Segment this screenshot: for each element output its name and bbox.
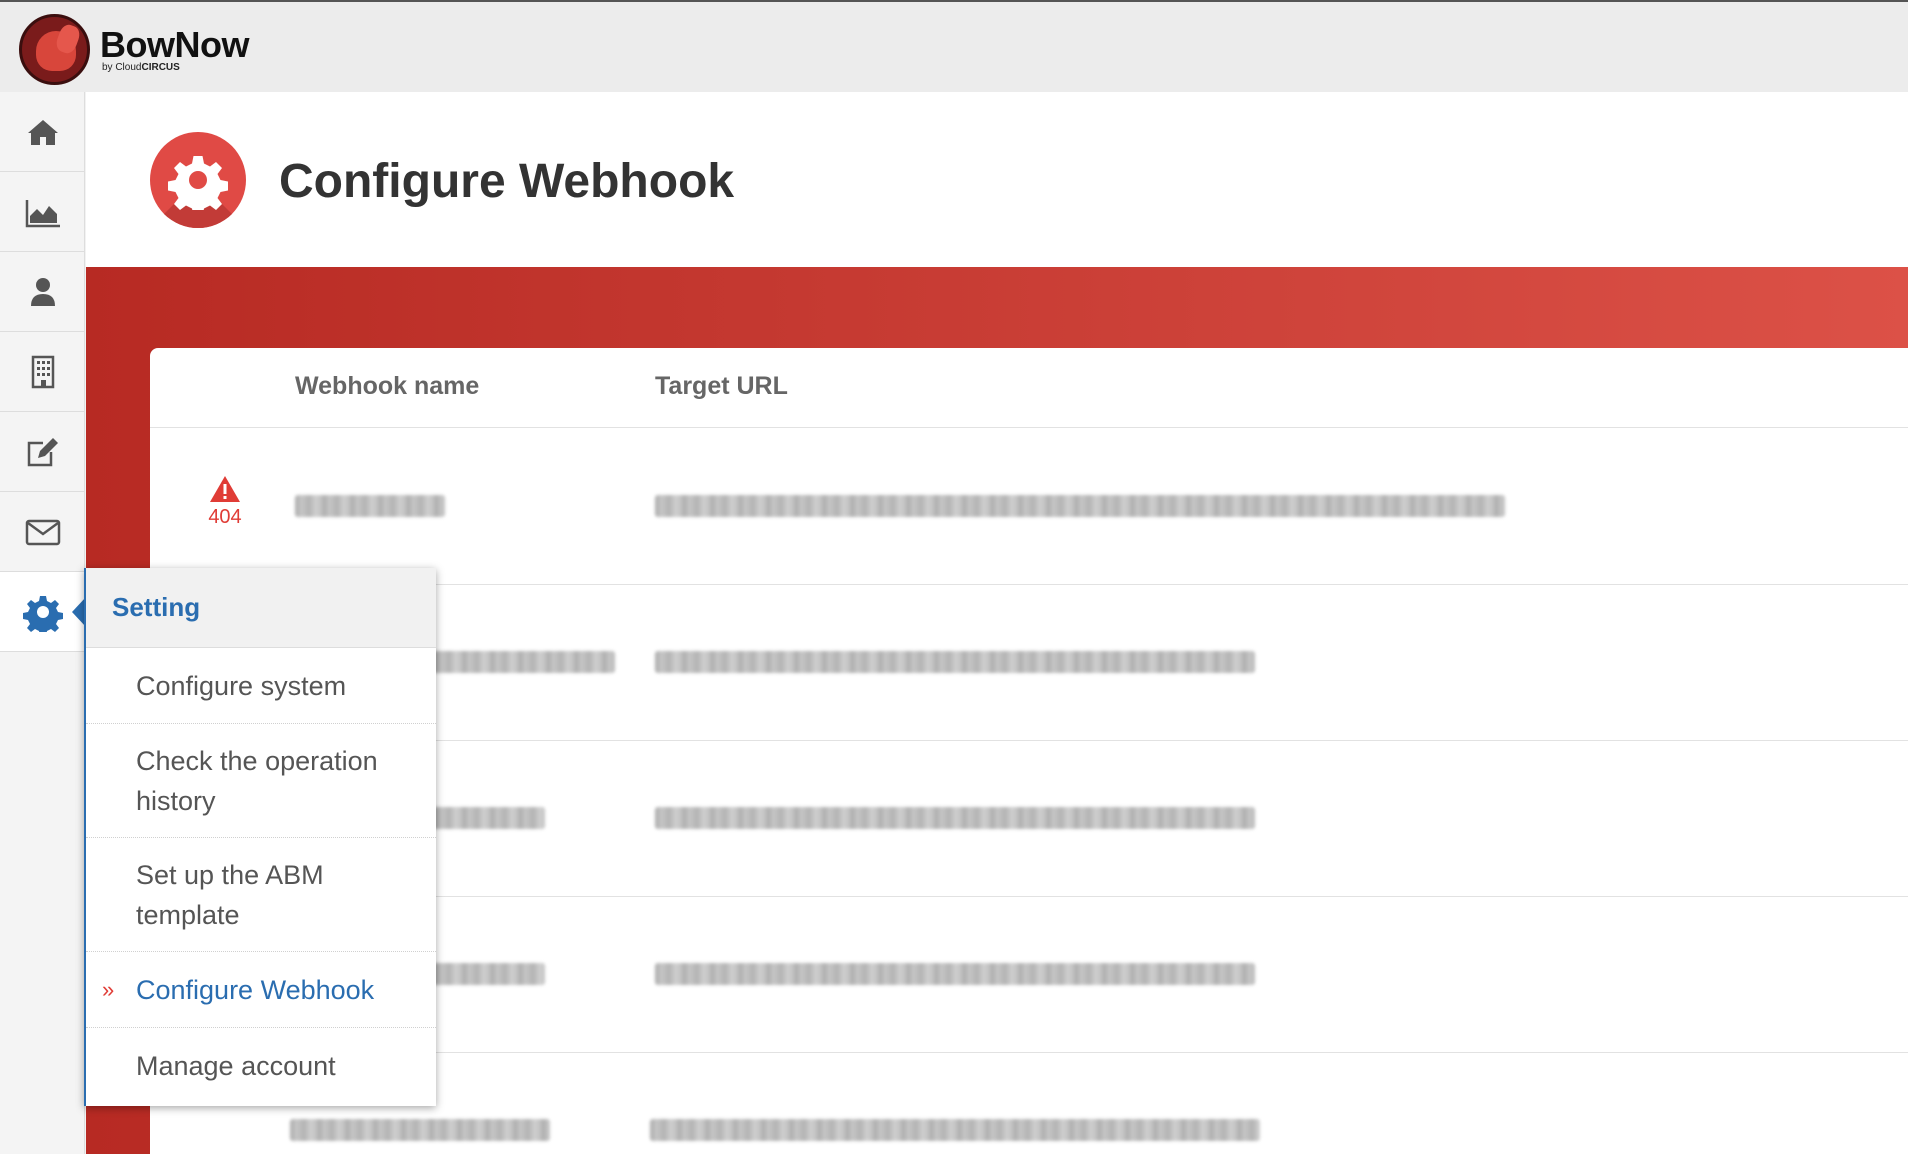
menu-item-manage-account[interactable]: Manage account <box>86 1028 436 1104</box>
brand-subtitle: by CloudCIRCUS <box>102 62 180 73</box>
target-url-cell <box>655 495 1505 517</box>
menu-item-configure-webhook[interactable]: » Configure Webhook <box>86 952 436 1028</box>
area-chart-icon <box>25 199 60 227</box>
brand-logo-icon[interactable] <box>19 14 90 85</box>
table-header: Webhook name Target URL <box>150 348 1908 428</box>
sidebar-item-companies[interactable] <box>0 332 85 412</box>
settings-menu: Setting Configure system Check the opera… <box>84 568 436 1106</box>
menu-item-label: Configure Webhook <box>136 974 375 1005</box>
menu-item-label: Check the operation history <box>136 745 378 816</box>
sidebar-item-forms[interactable] <box>0 412 85 492</box>
gear-icon <box>22 595 63 632</box>
target-url-cell <box>655 651 1255 673</box>
table-row[interactable]: 404 <box>150 429 1908 585</box>
brand-name: BowNow <box>100 24 249 65</box>
user-icon <box>30 277 55 306</box>
sidebar <box>0 92 86 1154</box>
webhook-name-cell[interactable] <box>290 1119 550 1141</box>
page-header: Configure Webhook <box>86 92 1908 267</box>
settings-menu-title: Setting <box>86 568 436 648</box>
menu-item-operation-history[interactable]: Check the operation history <box>86 724 436 838</box>
top-header: BowNow by CloudCIRCUS <box>0 0 1908 92</box>
target-url-cell <box>655 807 1255 829</box>
target-url-cell <box>655 963 1255 985</box>
edit-icon <box>27 437 58 466</box>
sidebar-item-mail[interactable] <box>0 492 85 572</box>
webhook-name-cell[interactable] <box>295 495 445 517</box>
status-indicator: 404 <box>195 474 255 529</box>
sidebar-item-analytics[interactable] <box>0 172 85 252</box>
sidebar-item-contacts[interactable] <box>0 252 85 332</box>
sidebar-item-settings[interactable] <box>0 572 86 652</box>
target-url-cell <box>650 1119 1260 1141</box>
envelope-icon <box>25 519 60 545</box>
menu-item-label: Manage account <box>136 1051 336 1081</box>
menu-item-label: Set up the ABM template <box>136 859 324 930</box>
home-icon <box>27 119 58 145</box>
column-target-url[interactable]: Target URL <box>655 372 788 401</box>
warning-icon <box>210 476 240 502</box>
sidebar-item-home[interactable] <box>0 92 85 172</box>
double-chevron-right-icon: » <box>102 976 115 1002</box>
building-icon <box>31 355 54 388</box>
menu-item-configure-system[interactable]: Configure system <box>86 648 436 724</box>
page-title: Configure Webhook <box>279 155 735 208</box>
status-code: 404 <box>208 506 242 528</box>
page-gear-icon <box>150 132 246 228</box>
column-webhook-name[interactable]: Webhook name <box>295 372 479 401</box>
menu-item-abm-template[interactable]: Set up the ABM template <box>86 838 436 952</box>
menu-item-label: Configure system <box>136 670 347 701</box>
